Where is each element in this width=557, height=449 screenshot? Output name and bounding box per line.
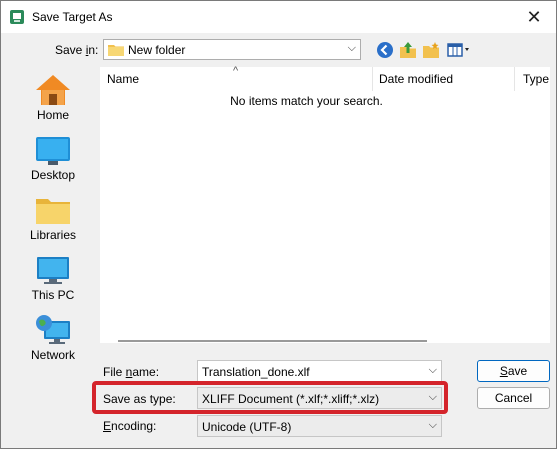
save-in-dropdown[interactable]: New folder ⌵ bbox=[103, 39, 361, 60]
chevron-down-icon: ⌵ bbox=[428, 391, 437, 403]
horizontal-scrollbar[interactable] bbox=[118, 340, 427, 342]
place-label: Network bbox=[30, 348, 75, 362]
save-in-value: New folder bbox=[128, 43, 186, 57]
libraries-icon bbox=[36, 199, 70, 224]
save-dialog-icon bbox=[10, 10, 24, 24]
file-name-label-suffix: ame: bbox=[132, 365, 160, 379]
save-as-type-label: Save as type: bbox=[103, 392, 176, 406]
sort-caret-icon: ^ bbox=[233, 65, 239, 77]
chevron-down-icon: ⌵ bbox=[428, 419, 437, 431]
window-title: Save Target As bbox=[32, 10, 113, 24]
empty-message: No items match your search. bbox=[230, 94, 383, 108]
file-name-label: File name: bbox=[103, 365, 159, 379]
save-as-type-dropdown[interactable]: XLIFF Document (*.xlf;*.xliff;*.xlz) ⌵ bbox=[197, 387, 442, 409]
place-label: This PC bbox=[31, 288, 75, 302]
save-in-label-prefix: Save bbox=[55, 43, 86, 57]
back-icon[interactable] bbox=[376, 41, 394, 59]
column-divider[interactable] bbox=[372, 67, 373, 91]
encoding-label-suffix: ncoding: bbox=[111, 419, 157, 433]
encoding-value: Unicode (UTF-8) bbox=[202, 420, 292, 434]
file-name-combo[interactable]: Translation_done.xlf ⌵ bbox=[197, 360, 442, 382]
column-divider[interactable] bbox=[514, 67, 515, 91]
encoding-label: Encoding: bbox=[103, 419, 156, 433]
file-name-label-prefix: File bbox=[103, 365, 126, 379]
home-icon bbox=[36, 75, 70, 105]
file-list[interactable]: Name ^ Date modified Type No items match… bbox=[100, 65, 550, 343]
file-name-value: Translation_done.xlf bbox=[202, 365, 310, 379]
chevron-down-icon: ⌵ bbox=[347, 42, 356, 54]
encoding-dropdown[interactable]: Unicode (UTF-8) ⌵ bbox=[197, 415, 442, 437]
up-folder-icon[interactable] bbox=[399, 41, 417, 59]
save-button[interactable]: Save bbox=[477, 360, 550, 382]
save-in-label: Save in: bbox=[55, 43, 98, 57]
column-header-name[interactable]: Name bbox=[107, 67, 139, 91]
new-folder-icon[interactable] bbox=[422, 41, 440, 59]
place-label: Libraries bbox=[29, 228, 77, 242]
desktop-icon bbox=[36, 137, 70, 165]
chevron-down-icon[interactable]: ⌵ bbox=[429, 364, 437, 377]
column-header-date-modified[interactable]: Date modified bbox=[379, 67, 453, 91]
folder-icon bbox=[108, 45, 124, 56]
this-pc-icon bbox=[37, 257, 69, 284]
places-bar: Home Desktop Libraries This PC Network bbox=[21, 68, 85, 373]
save-as-type-value: XLIFF Document (*.xlf;*.xliff;*.xlz) bbox=[202, 392, 380, 406]
cancel-button[interactable]: Cancel bbox=[477, 387, 550, 409]
network-icon bbox=[36, 315, 70, 344]
save-in-label-suffix: n: bbox=[88, 43, 99, 57]
column-header-type[interactable]: Type bbox=[523, 67, 549, 91]
title-bar: Save Target As ✕ bbox=[1, 1, 556, 33]
save-button-key: S bbox=[499, 364, 508, 378]
close-icon: ✕ bbox=[526, 6, 542, 27]
close-button[interactable]: ✕ bbox=[512, 1, 556, 33]
save-button-suffix: ave bbox=[507, 364, 528, 378]
save-target-as-dialog: Save Target As ✕ Save in: New folder ⌵ H… bbox=[0, 0, 557, 449]
encoding-label-key: E bbox=[103, 419, 112, 433]
place-label: Home bbox=[36, 108, 69, 122]
view-menu-icon[interactable] bbox=[447, 41, 473, 59]
place-label: Desktop bbox=[30, 168, 76, 182]
